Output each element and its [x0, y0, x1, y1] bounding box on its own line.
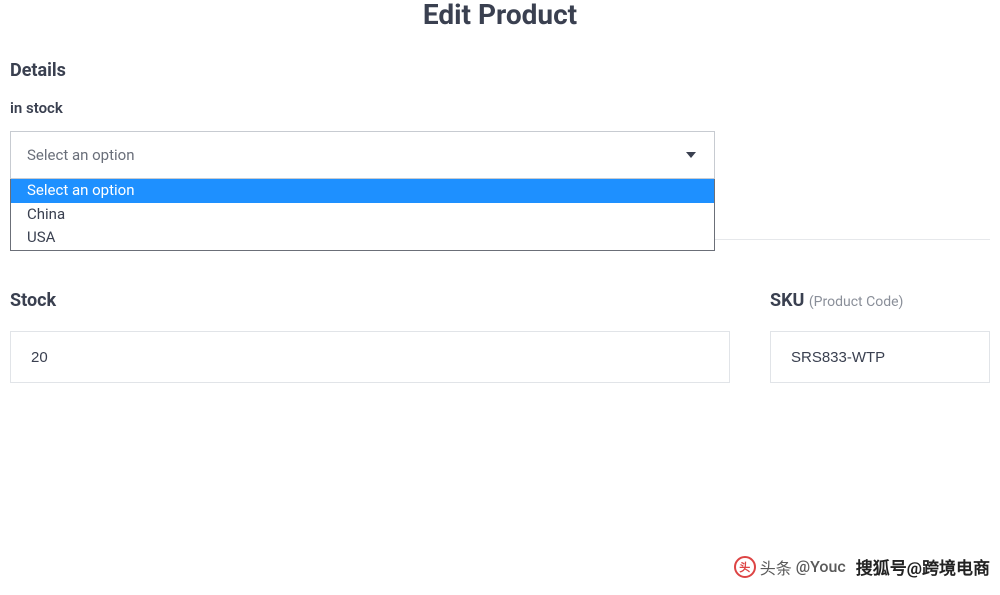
in-stock-label: in stock [10, 99, 990, 117]
in-stock-option[interactable]: USA [11, 226, 714, 250]
in-stock-option[interactable]: China [11, 203, 714, 227]
watermarks: 头 头条 @Youc 搜狐号@跨境电商 [734, 554, 990, 579]
sku-column: SKU (Product Code) [770, 290, 990, 383]
caret-down-icon [686, 152, 696, 158]
stock-column: Stock [10, 290, 730, 383]
sku-heading: SKU (Product Code) [770, 290, 990, 311]
stock-heading: Stock [10, 290, 730, 311]
page-title: Edit Product [0, 0, 1000, 31]
sku-heading-text: SKU [770, 290, 804, 311]
form-content: Details in stock Select an option Select… [0, 60, 1000, 383]
watermark-left: 头 头条 @Youc [734, 555, 846, 579]
toutiao-logo-icon: 头 [734, 556, 756, 578]
details-section: Details in stock Select an option Select… [10, 60, 990, 179]
stock-input[interactable] [10, 331, 730, 383]
sku-input[interactable] [770, 331, 990, 383]
in-stock-select[interactable]: Select an option [10, 131, 715, 179]
in-stock-dropdown: Select an option China USA [10, 179, 715, 251]
in-stock-option[interactable]: Select an option [11, 179, 714, 203]
details-heading: Details [10, 60, 990, 81]
sku-subtext: (Product Code) [809, 294, 904, 310]
in-stock-selected-text: Select an option [27, 146, 134, 164]
stock-sku-row: Stock SKU (Product Code) [10, 290, 990, 383]
watermark-left-name: @Youc [796, 557, 846, 576]
in-stock-select-wrap: Select an option Select an option China … [10, 131, 715, 179]
watermark-right: 搜狐号@跨境电商 [856, 554, 990, 579]
watermark-left-prefix: 头条 [760, 555, 792, 579]
